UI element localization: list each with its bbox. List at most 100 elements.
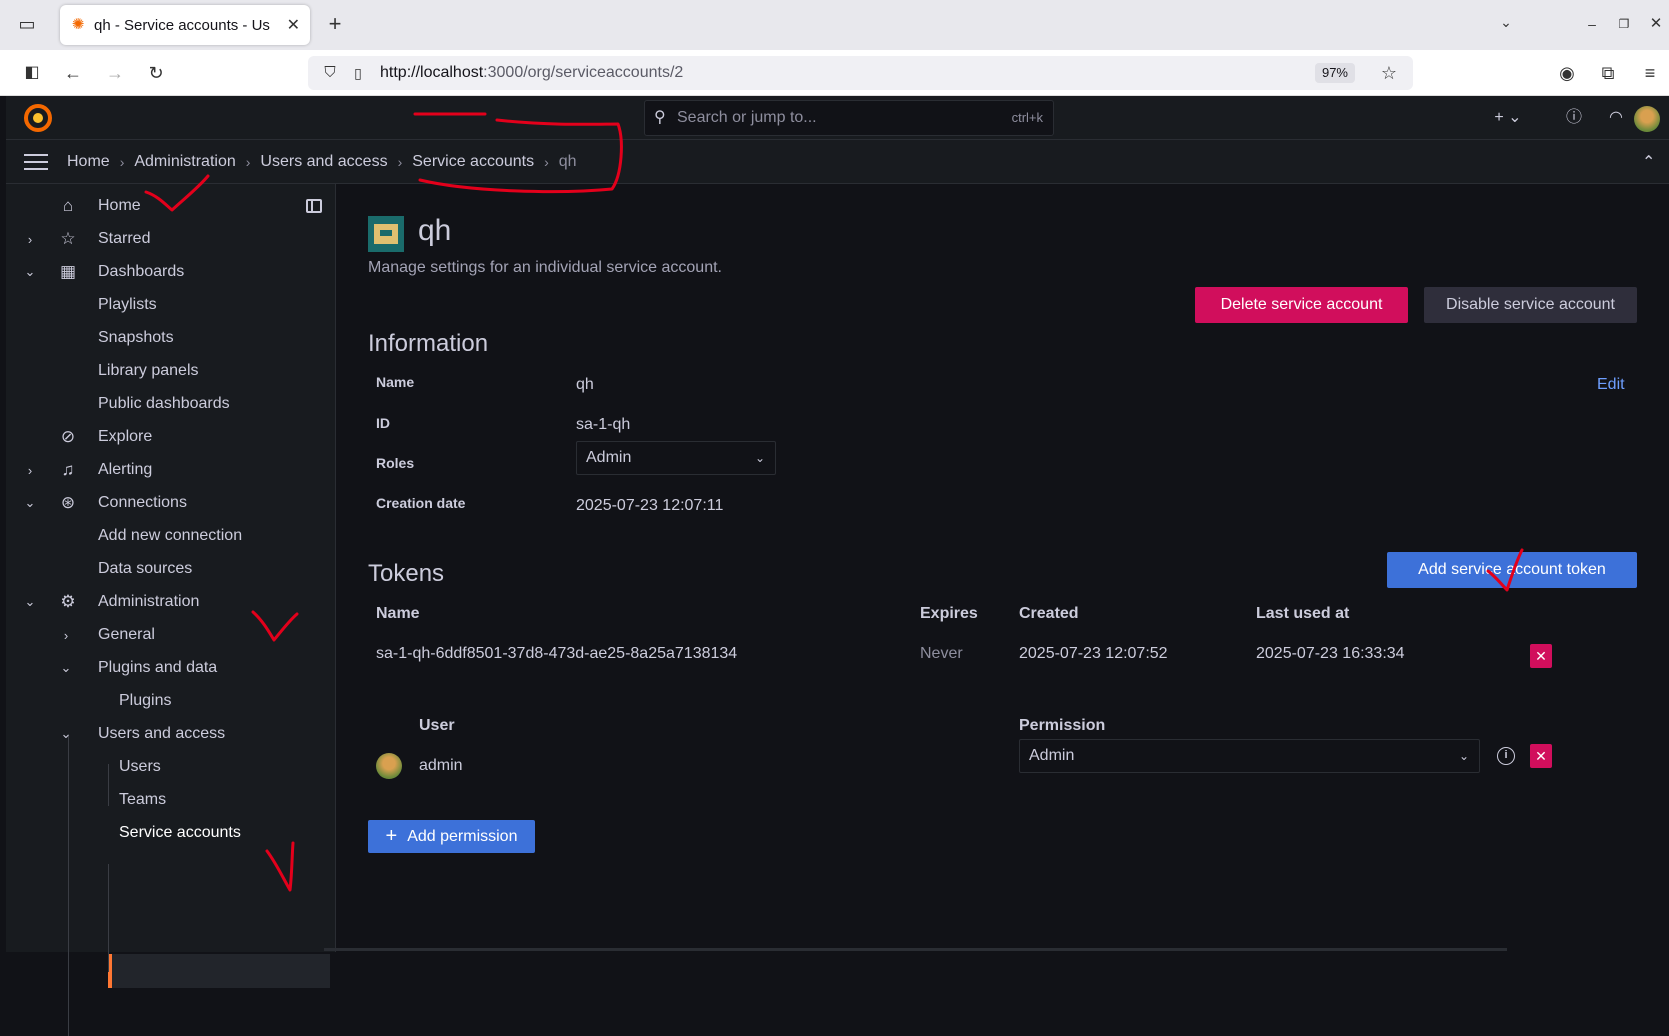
sidebar-item-plugins-and-data[interactable]: ⌄ Plugins and data xyxy=(61,651,218,685)
sidebar-item-dashboards[interactable]: ⌄ ▦ Dashboards xyxy=(25,255,185,289)
user-avatar[interactable] xyxy=(1634,106,1660,132)
sidebar-item-users[interactable]: Users xyxy=(119,750,161,784)
sidebar-item-home[interactable]: ⌂ Home xyxy=(63,189,141,223)
breadcrumb: Home › Administration › Users and access… xyxy=(67,153,577,171)
search-placeholder: Search or jump to... xyxy=(677,109,817,126)
chevron-up-icon[interactable]: ⌃ xyxy=(1642,152,1655,172)
sidebar-item-label: General xyxy=(98,626,155,643)
main-content: qh Manage settings for an individual ser… xyxy=(324,184,1669,952)
apps-grid-icon: ▦ xyxy=(59,262,77,281)
sidebar-item-label: Home xyxy=(98,197,141,214)
tokens-heading: Tokens xyxy=(368,560,445,587)
tab-list-icon[interactable]: ▭ xyxy=(15,12,39,36)
reload-icon[interactable]: ↻ xyxy=(144,61,168,85)
chevron-right-icon[interactable]: › xyxy=(22,463,38,478)
sidebar-item-alerting[interactable]: › ♫ Alerting xyxy=(28,453,153,487)
sidebar-item-teams[interactable]: Teams xyxy=(119,783,166,817)
breadcrumb-users-and-access[interactable]: Users and access xyxy=(260,153,387,171)
menu-hamburger-icon[interactable] xyxy=(24,154,48,175)
gear-icon: ⚙ xyxy=(60,592,76,611)
chevron-right-icon[interactable]: › xyxy=(22,232,38,247)
extensions-icon[interactable]: ⧉ xyxy=(1596,61,1620,85)
add-service-account-token-button[interactable]: Add service account token xyxy=(1387,552,1637,588)
sidebar-item-label: Alerting xyxy=(98,461,153,478)
close-tab-icon[interactable]: ✕ xyxy=(287,15,300,35)
close-window-icon[interactable]: ✕ xyxy=(1644,12,1668,36)
creation-date-value: 2025-07-23 12:07:11 xyxy=(576,497,724,514)
chevron-right-icon[interactable]: › xyxy=(58,628,74,643)
sidebar-item-starred[interactable]: › ☆ Starred xyxy=(28,222,151,256)
edit-link[interactable]: Edit xyxy=(1597,376,1625,394)
service-account-avatar xyxy=(368,216,404,252)
sidebar-item-label: Playlists xyxy=(98,296,157,313)
sidebar-item-service-accounts[interactable]: Service accounts xyxy=(119,816,241,850)
breadcrumb-home[interactable]: Home xyxy=(67,153,110,171)
delete-token-button[interactable]: ✕ xyxy=(1530,644,1552,668)
bookmark-star-icon[interactable]: ☆ xyxy=(1377,61,1401,85)
chevron-down-icon[interactable]: ⌄ xyxy=(58,726,74,742)
nav-tree-line xyxy=(108,764,109,806)
grafana-logo-icon[interactable] xyxy=(24,104,52,132)
sidebar-item-label: Add new connection xyxy=(98,527,243,544)
chevron-down-icon: ⌄ xyxy=(1458,749,1469,763)
sidebar-item-library-panels[interactable]: Library panels xyxy=(98,354,199,388)
chevron-down-icon[interactable]: ⌄ xyxy=(58,660,74,676)
disable-service-account-button[interactable]: Disable service account xyxy=(1424,287,1637,323)
grafana-favicon-icon: ✺ xyxy=(71,16,85,33)
sidebar-toggle-icon[interactable]: ◧ xyxy=(20,61,44,85)
account-icon[interactable]: ◉ xyxy=(1555,61,1579,85)
menu-icon[interactable]: ≡ xyxy=(1638,61,1662,85)
breadcrumb-service-accounts[interactable]: Service accounts xyxy=(412,153,534,171)
add-permission-button[interactable]: + Add permission xyxy=(368,820,535,853)
browser-tab[interactable]: ✺ qh - Service accounts - Us ✕ xyxy=(60,5,310,45)
restore-icon[interactable]: ❐ xyxy=(1612,12,1636,36)
sidebar-item-data-sources[interactable]: Data sources xyxy=(98,552,192,586)
shield-icon[interactable]: ⛉ xyxy=(318,61,342,85)
new-menu-plus-icon[interactable]: + ⌄ xyxy=(1490,106,1526,130)
breadcrumb-administration[interactable]: Administration xyxy=(134,153,235,171)
token-created: 2025-07-23 12:07:52 xyxy=(1019,645,1168,662)
sidebar-item-label: Explore xyxy=(98,428,153,445)
sidebar-item-general[interactable]: › General xyxy=(64,618,155,652)
sidebar-item-label: Service accounts xyxy=(119,824,241,841)
chevron-down-icon[interactable]: ⌄ xyxy=(22,495,38,511)
page-title: qh xyxy=(418,214,452,247)
token-last-used: 2025-07-23 16:33:34 xyxy=(1256,645,1405,662)
dock-menu-icon[interactable] xyxy=(306,199,322,213)
address-bar[interactable]: ⛉ ▯ http://localhost:3000/org/serviceacc… xyxy=(308,56,1413,90)
sidebar-item-add-new-connection[interactable]: Add new connection xyxy=(98,519,242,553)
chevron-down-icon[interactable]: ⌄ xyxy=(22,264,38,280)
help-icon[interactable]: ⓘ xyxy=(1562,106,1586,130)
sidebar-item-administration[interactable]: ⌄ ⚙ Administration xyxy=(25,585,200,619)
zoom-level[interactable]: 97% xyxy=(1314,63,1355,83)
sidebar-item-label: Teams xyxy=(119,791,167,808)
forward-icon[interactable]: → xyxy=(103,61,127,85)
browser-navbar: ◧ ← → ↻ ⛉ ▯ http://localhost:3000/org/se… xyxy=(0,50,1669,96)
tab-overflow-chevron-icon[interactable]: ⌄ xyxy=(1494,10,1518,34)
sidebar-item-users-and-access[interactable]: ⌄ Users and access xyxy=(61,717,226,751)
sidebar-item-playlists[interactable]: Playlists xyxy=(98,288,157,322)
info-icon[interactable]: i xyxy=(1497,747,1515,765)
sidebar-item-public-dashboards[interactable]: Public dashboards xyxy=(98,387,230,421)
sidebar-item-connections[interactable]: ⌄ ⊛ Connections xyxy=(25,486,187,520)
nav-tree-line xyxy=(68,734,69,1036)
page-icon: ▯ xyxy=(354,65,362,81)
delete-permission-button[interactable]: ✕ xyxy=(1530,744,1552,768)
roles-select[interactable]: Admin ⌄ xyxy=(576,441,776,475)
chevron-down-icon[interactable]: ⌄ xyxy=(22,594,38,610)
minimize-icon[interactable]: – xyxy=(1580,12,1604,36)
sidebar-item-plugins[interactable]: Plugins xyxy=(119,684,171,718)
tokens-col-name: Name xyxy=(376,605,420,622)
sidebar-item-explore[interactable]: ⊘ Explore xyxy=(61,420,153,454)
new-tab-icon[interactable]: + xyxy=(323,12,347,36)
delete-service-account-button[interactable]: Delete service account xyxy=(1195,287,1408,323)
add-permission-label: Add permission xyxy=(407,827,518,845)
sidebar-item-label: Users and access xyxy=(98,725,226,742)
name-value: qh xyxy=(576,376,594,393)
back-icon[interactable]: ← xyxy=(61,61,85,85)
search-icon: ⚲ xyxy=(654,109,666,126)
sidebar-item-snapshots[interactable]: Snapshots xyxy=(98,321,174,355)
search-input[interactable]: ⚲ Search or jump to... ctrl+k xyxy=(644,100,1054,136)
permission-select[interactable]: Admin ⌄ xyxy=(1019,739,1480,773)
news-rss-icon[interactable]: ◠ xyxy=(1604,106,1628,130)
